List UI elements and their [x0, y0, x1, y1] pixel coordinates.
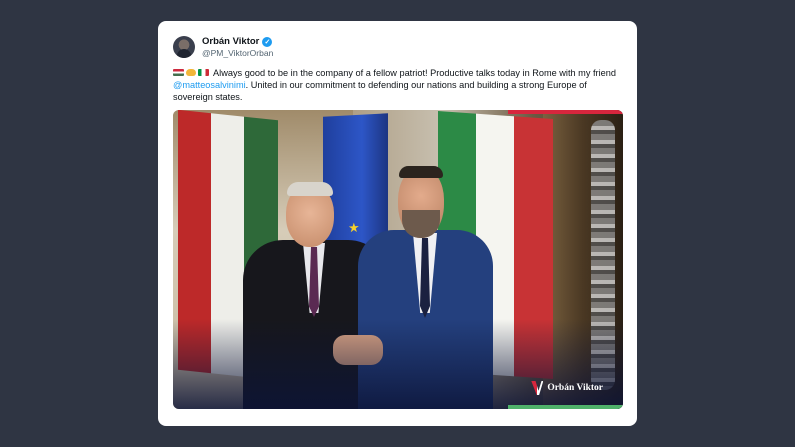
handshake-icon [186, 69, 196, 76]
italy-flag-icon [198, 69, 209, 76]
photo-watermark: Orbán Viktor [531, 381, 603, 395]
author-row: Orbán Viktor ✓ [202, 36, 273, 47]
tweet-text-part1: Always good to be in the company of a fe… [213, 68, 616, 78]
tweet-card[interactable]: Orbán Viktor ✓ @PM_ViktorOrban Always go… [158, 21, 637, 426]
accent-bar-top [508, 110, 623, 114]
mention-link[interactable]: @matteosalvinimi [173, 80, 246, 90]
user-handle[interactable]: @PM_ViktorOrban [202, 48, 273, 58]
tweet-text: Always good to be in the company of a fe… [173, 67, 625, 103]
watermark-text: Orbán Viktor [547, 383, 603, 393]
photo-gradient-overlay [173, 319, 623, 409]
tweet-photo[interactable]: ★ ★ Orbán Viktor [173, 110, 623, 409]
hungary-flag-icon [173, 69, 184, 76]
verified-badge-icon: ✓ [262, 36, 273, 47]
accent-bar-bottom [508, 405, 623, 409]
display-name[interactable]: Orbán Viktor [202, 36, 259, 47]
avatar[interactable] [173, 36, 195, 58]
v-logo-icon [531, 381, 544, 395]
